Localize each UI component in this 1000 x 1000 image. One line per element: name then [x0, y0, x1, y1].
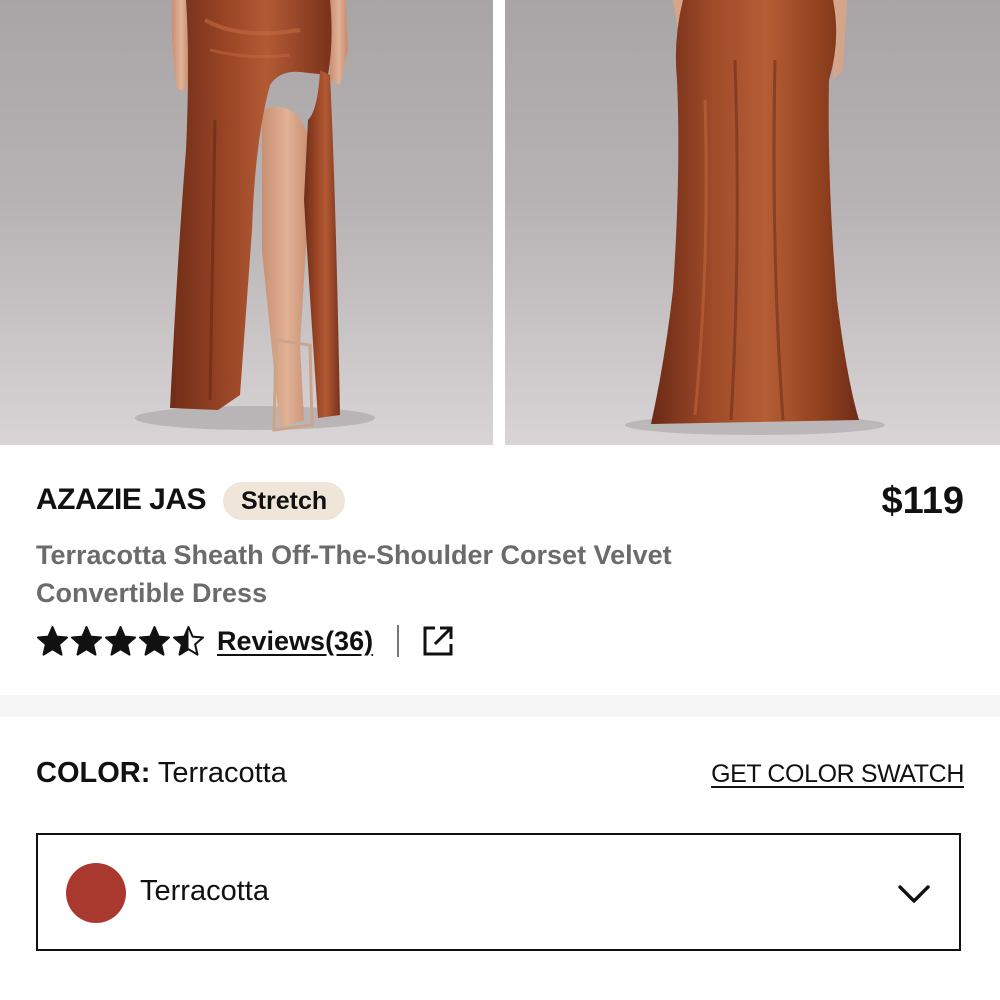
star-rating — [36, 625, 205, 658]
brand-name: AZAZIE JAS — [36, 483, 207, 516]
stretch-badge: Stretch — [223, 482, 346, 520]
color-dropdown-value: Terracotta — [140, 875, 269, 907]
color-label: COLOR: Terracotta — [36, 757, 287, 790]
color-dropdown[interactable]: Terracotta — [36, 833, 961, 951]
price: $119 — [881, 480, 964, 522]
product-title: Terracotta Sheath Off-The-Shoulder Corse… — [36, 540, 672, 608]
product-gallery — [0, 0, 1000, 445]
color-label-value: Terracotta — [157, 757, 287, 789]
product-image-front[interactable] — [0, 0, 493, 445]
star-half-icon — [173, 625, 204, 656]
star-full-icon — [71, 625, 102, 656]
share-external-icon[interactable] — [421, 624, 455, 658]
get-color-swatch-link[interactable]: GET COLOR SWATCH — [711, 760, 964, 789]
divider — [397, 625, 400, 657]
color-swatch-dot — [66, 863, 126, 923]
product-image-back[interactable] — [505, 0, 1000, 445]
rating-row: Reviews(36) — [36, 620, 455, 662]
chevron-down-icon — [898, 885, 930, 903]
star-full-icon — [37, 625, 68, 656]
star-full-icon — [139, 625, 170, 656]
color-label-key: COLOR: — [36, 757, 151, 789]
section-divider — [0, 695, 1000, 717]
reviews-link[interactable]: Reviews(36) — [217, 626, 373, 657]
star-full-icon — [105, 625, 136, 656]
